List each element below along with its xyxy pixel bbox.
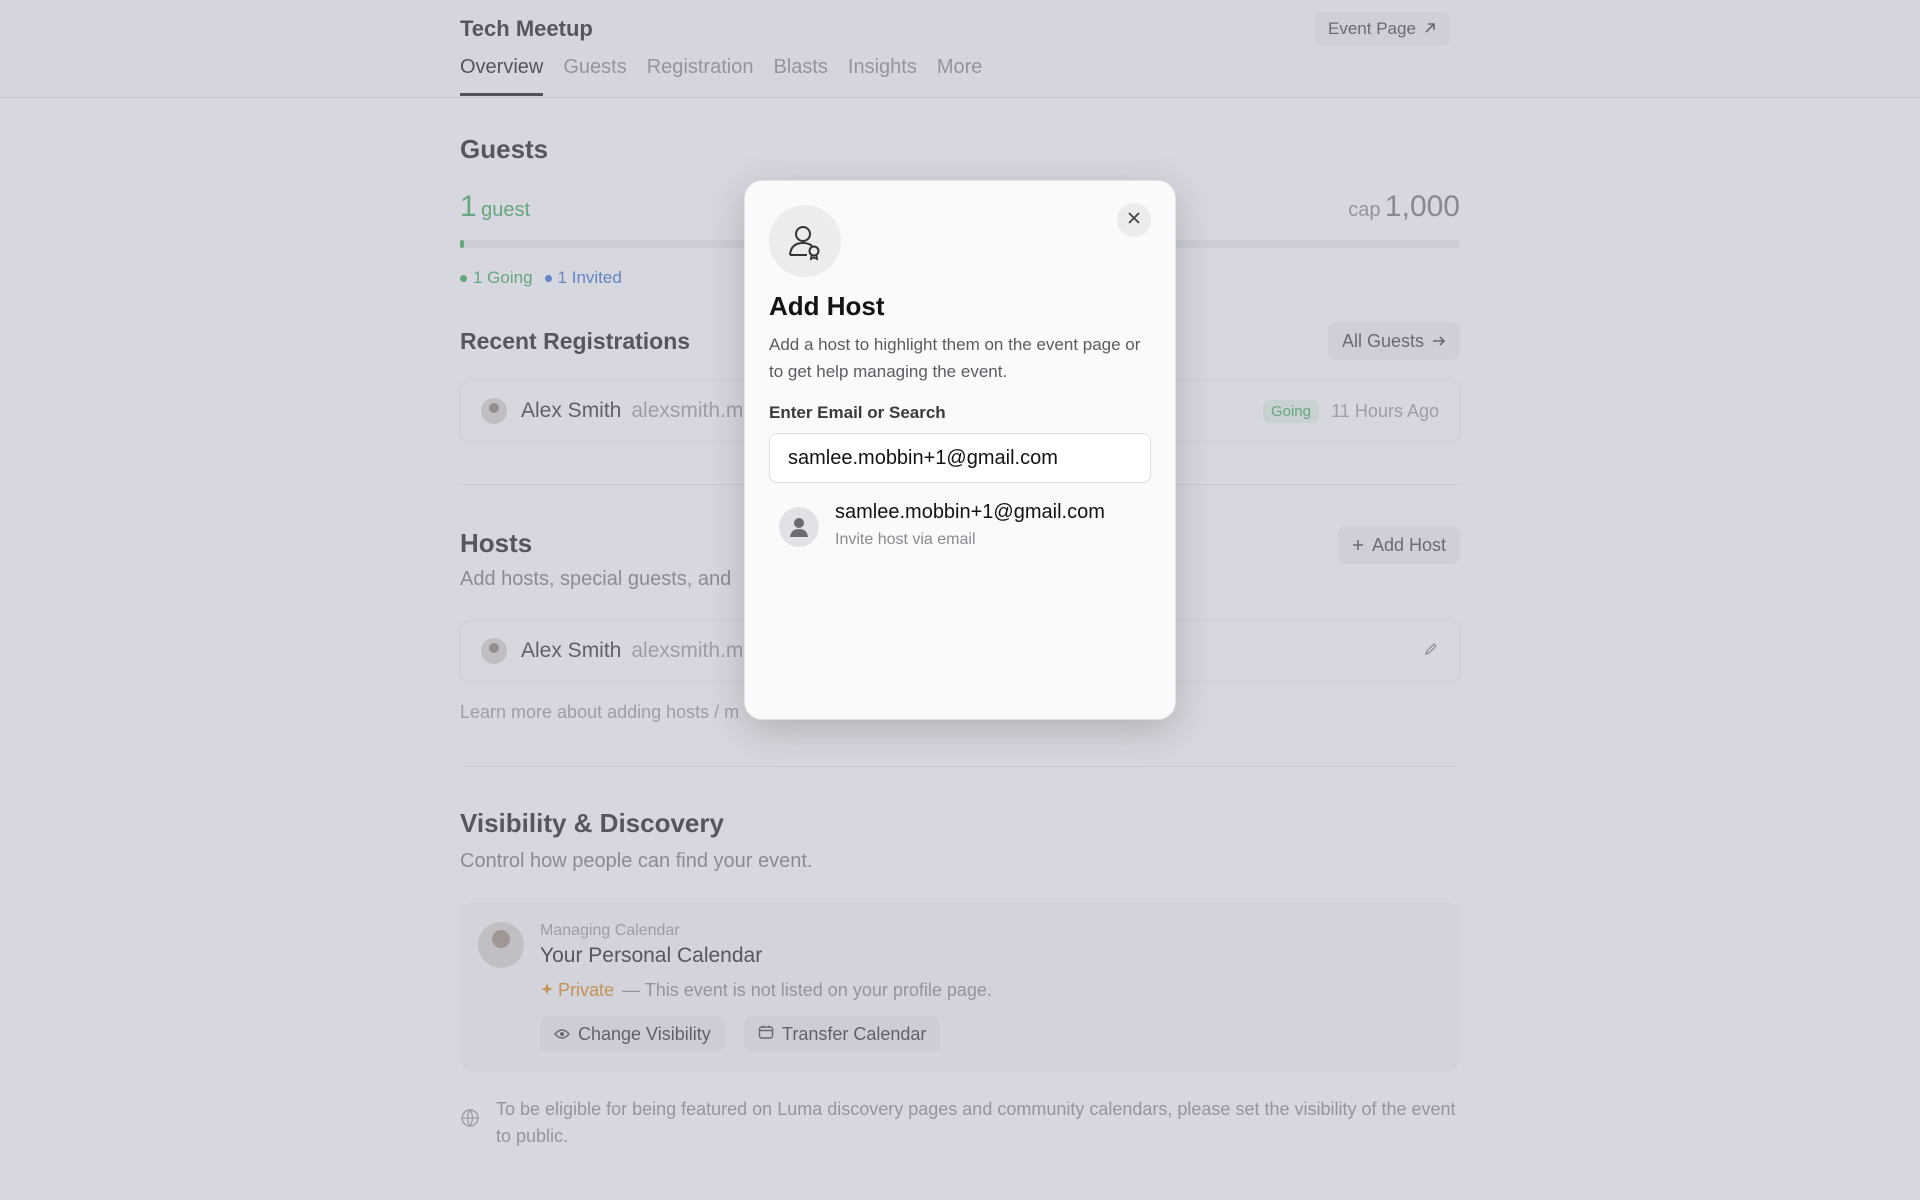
dialog-title: Add Host xyxy=(769,291,885,321)
host-badge-icon xyxy=(769,205,841,277)
invite-suggestion[interactable]: samlee.mobbin+1@gmail.com Invite host vi… xyxy=(779,499,1149,559)
close-button[interactable] xyxy=(1117,203,1151,237)
email-search-label: Enter Email or Search xyxy=(769,403,946,422)
suggestion-subtitle: Invite host via email xyxy=(835,531,976,548)
dialog-description: Add a host to highlight them on the even… xyxy=(769,335,1141,381)
person-icon xyxy=(779,507,819,547)
add-host-dialog: Add Host Add a host to highlight them on… xyxy=(744,180,1176,720)
suggestion-email: samlee.mobbin+1@gmail.com xyxy=(835,501,1105,523)
close-icon xyxy=(1127,211,1141,230)
email-search-input[interactable]: samlee.mobbin+1@gmail.com xyxy=(769,433,1151,483)
